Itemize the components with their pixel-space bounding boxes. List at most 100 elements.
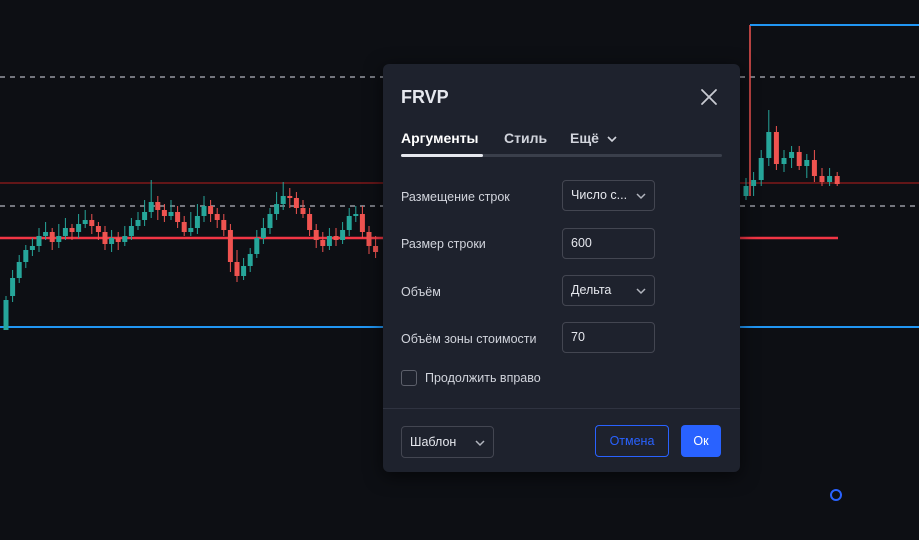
candle-body bbox=[333, 236, 339, 240]
candle-body bbox=[274, 204, 280, 214]
value-area-volume-label: Объём зоны стоимости bbox=[401, 332, 537, 346]
row-placement-label: Размещение строк bbox=[401, 190, 510, 204]
candle-body bbox=[287, 196, 293, 198]
candle-body bbox=[340, 230, 346, 240]
candle-body bbox=[142, 212, 148, 220]
candle-body bbox=[29, 246, 35, 250]
candle-body bbox=[221, 220, 227, 230]
candle-body bbox=[773, 132, 779, 164]
candle-body bbox=[168, 212, 174, 216]
volume-value: Дельта bbox=[571, 283, 612, 297]
footer-divider bbox=[383, 408, 740, 409]
candle-body bbox=[135, 220, 141, 226]
tab-more-label: Ещё bbox=[570, 130, 599, 146]
candle-body bbox=[161, 210, 167, 216]
template-dropdown[interactable]: Шаблон bbox=[401, 426, 494, 458]
candle-body bbox=[743, 186, 749, 196]
tab-more[interactable]: Ещё bbox=[570, 130, 617, 146]
candle-body bbox=[23, 250, 29, 262]
dialog-title: FRVP bbox=[401, 87, 449, 107]
candle-body bbox=[758, 158, 764, 180]
candle-body bbox=[148, 202, 154, 212]
candle-body bbox=[201, 206, 207, 216]
candle-body bbox=[834, 176, 840, 184]
candle-body bbox=[194, 216, 200, 228]
volume-label: Объём bbox=[401, 285, 441, 299]
candle-body bbox=[280, 196, 286, 204]
candle-body bbox=[307, 214, 313, 230]
extend-right-label[interactable]: Продолжить вправо bbox=[425, 371, 541, 385]
candle-body bbox=[796, 152, 802, 166]
tab-bar: Аргументы Стиль Ещё bbox=[401, 130, 722, 158]
active-tab-indicator bbox=[401, 154, 483, 157]
candle-body bbox=[62, 228, 68, 236]
row-size-input[interactable]: 600 bbox=[562, 228, 655, 259]
ok-button[interactable]: Ок bbox=[681, 425, 721, 457]
cancel-button[interactable]: Отмена bbox=[595, 425, 669, 457]
candle-body bbox=[789, 152, 795, 158]
candle-body bbox=[313, 230, 319, 240]
candle-body bbox=[43, 232, 49, 236]
chevron-down-icon bbox=[475, 440, 485, 447]
candle-body bbox=[254, 238, 260, 254]
candle-body bbox=[260, 228, 266, 238]
candle-body bbox=[227, 230, 233, 262]
tab-arguments[interactable]: Аргументы bbox=[401, 130, 479, 146]
candle-body bbox=[293, 198, 299, 208]
candle-body bbox=[56, 236, 62, 242]
candle-body bbox=[373, 246, 379, 252]
candle-body bbox=[811, 160, 817, 176]
candle-body bbox=[359, 214, 365, 232]
candle-body bbox=[353, 214, 359, 216]
template-label: Шаблон bbox=[410, 435, 457, 449]
candle-body bbox=[241, 266, 247, 276]
extend-right-checkbox[interactable] bbox=[401, 370, 417, 386]
chevron-down-icon bbox=[607, 136, 617, 143]
candle-body bbox=[267, 214, 273, 228]
row-placement-value: Число с... bbox=[571, 188, 628, 202]
candle-body bbox=[819, 176, 825, 182]
candle-body bbox=[49, 232, 55, 242]
candle-body bbox=[175, 212, 181, 222]
value-area-volume-input[interactable]: 70 bbox=[562, 322, 655, 353]
frvp-settings-dialog: FRVP Аргументы Стиль Ещё Размещение стро… bbox=[383, 64, 740, 472]
candle-body bbox=[181, 222, 187, 232]
candle-body bbox=[300, 208, 306, 214]
volume-select[interactable]: Дельта bbox=[562, 275, 655, 306]
candle-body bbox=[827, 176, 833, 182]
candle-body bbox=[214, 214, 220, 220]
candle-body bbox=[122, 236, 128, 242]
candle-body bbox=[76, 224, 82, 232]
row-placement-select[interactable]: Число с... bbox=[562, 180, 655, 211]
candle-body bbox=[102, 232, 108, 244]
candle-body bbox=[208, 206, 214, 214]
candle-body bbox=[115, 238, 121, 242]
candle-body bbox=[155, 202, 161, 210]
candle-body bbox=[69, 228, 75, 232]
chevron-down-icon bbox=[636, 288, 646, 295]
candle-body bbox=[3, 300, 9, 330]
candle-body bbox=[95, 226, 101, 232]
tab-style[interactable]: Стиль bbox=[504, 130, 547, 146]
close-icon[interactable] bbox=[698, 86, 720, 108]
candle-body bbox=[247, 254, 253, 266]
candle-body bbox=[346, 216, 352, 230]
row-size-label: Размер строки bbox=[401, 237, 486, 251]
candle-body bbox=[320, 240, 326, 246]
candle-body bbox=[36, 236, 42, 246]
candle-body bbox=[326, 236, 332, 246]
candle-body bbox=[89, 220, 95, 226]
candle-body bbox=[804, 160, 810, 166]
candle-body bbox=[188, 228, 194, 232]
candle-body bbox=[366, 232, 372, 246]
candle-body bbox=[16, 262, 22, 278]
candle-body bbox=[128, 226, 134, 236]
chevron-down-icon bbox=[636, 193, 646, 200]
candle-body bbox=[234, 262, 240, 276]
candle-body bbox=[751, 180, 757, 186]
candle-body bbox=[82, 220, 88, 224]
candle-body bbox=[781, 158, 787, 164]
candle-body bbox=[766, 132, 772, 158]
candle-body bbox=[10, 278, 16, 296]
candle-body bbox=[109, 238, 115, 244]
